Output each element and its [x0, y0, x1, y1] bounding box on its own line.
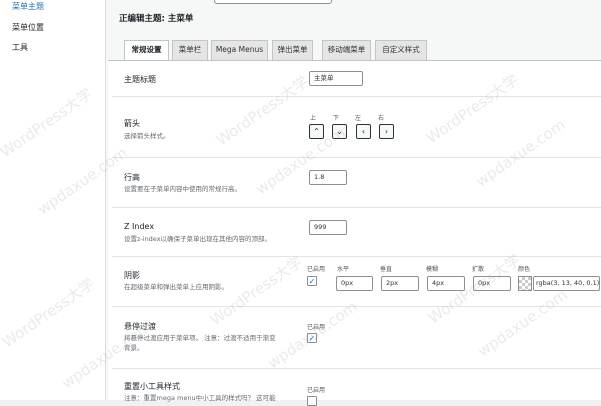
divider	[112, 96, 601, 97]
sidebar-item-tools[interactable]: 工具	[12, 42, 28, 53]
shadow-color-label: 颜色	[518, 266, 531, 273]
shadow-vertical-label: 垂直	[380, 266, 393, 273]
reset-widgets-enabled-label: 已启用	[307, 387, 326, 394]
sidebar-item-menu-location[interactable]: 菜单位置	[12, 22, 44, 33]
line-height-input[interactable]: 1.8	[309, 170, 347, 185]
hover-transition-description-cont: 背景。	[124, 344, 144, 352]
line-height-label: 行高	[124, 173, 140, 182]
arrow-up-label: 上	[310, 115, 317, 122]
hover-transition-enabled-label: 已启用	[307, 324, 326, 331]
divider	[112, 207, 601, 208]
admin-sidebar: 菜单主题 菜单位置 工具	[0, 0, 106, 400]
arrow-up-icon: ⌃	[313, 127, 320, 136]
reset-widgets-checkbox[interactable]	[307, 396, 317, 406]
arrow-description: 选择箭头样式。	[124, 132, 170, 140]
checkmark-icon: ✓	[308, 277, 316, 286]
shadow-horizontal-label: 水平	[337, 266, 350, 273]
arrow-left-icon: ‹	[361, 127, 366, 136]
tab-custom-styling[interactable]: 自定义样式	[375, 40, 427, 60]
arrow-label: 箭头	[124, 119, 140, 128]
arrow-right-label: 右	[378, 115, 385, 122]
z-index-input[interactable]: 999	[309, 220, 347, 235]
shadow-vertical-input[interactable]: 2px	[381, 276, 419, 291]
z-index-label: Z Index	[124, 222, 155, 231]
shadow-description: 在超级菜单和弹出菜单上应用阴影。	[124, 283, 228, 291]
divider	[112, 306, 601, 307]
sidebar-item-menu-theme[interactable]: 菜单主题	[12, 1, 44, 12]
editing-theme-title: 正编辑主题: 主菜单	[119, 14, 194, 24]
shadow-enabled-label: 已启用	[307, 266, 326, 273]
shadow-enabled-checkbox[interactable]: ✓	[307, 276, 317, 286]
theme-title-label: 主题标题	[124, 75, 156, 84]
reset-widgets-label: 重置小工具样式	[124, 382, 180, 391]
arrow-up-button[interactable]: ⌃	[309, 124, 324, 139]
hover-transition-checkbox[interactable]: ✓	[307, 333, 317, 343]
theme-select[interactable]	[214, 0, 332, 4]
divider	[112, 368, 601, 369]
tab-menu-bar[interactable]: 菜单栏	[172, 40, 208, 60]
shadow-blur-label: 模糊	[426, 266, 439, 273]
shadow-blur-input[interactable]: 4px	[427, 276, 465, 291]
divider	[112, 256, 601, 257]
z-index-description: 设置z-index以确保子菜单出现在其他内容的顶部。	[124, 235, 272, 243]
color-swatch[interactable]	[518, 276, 532, 291]
settings-panel	[108, 60, 601, 400]
tab-mega-menus[interactable]: Mega Menus	[211, 40, 268, 60]
line-height-description: 设置要在子菜单内容中使用的常规行高。	[124, 185, 241, 193]
divider	[112, 157, 601, 158]
arrow-left-button[interactable]: ‹	[356, 124, 371, 139]
hover-transition-label: 悬停过渡	[124, 322, 156, 331]
arrow-down-icon: ⌄	[336, 127, 343, 136]
shadow-color-input[interactable]: rgba(3, 13, 40, 0.1)	[533, 276, 600, 291]
shadow-label: 阴影	[124, 271, 140, 280]
arrow-left-label: 左	[355, 115, 362, 122]
tab-general[interactable]: 常规设置	[124, 40, 169, 61]
arrow-down-button[interactable]: ⌄	[332, 124, 347, 139]
theme-title-input[interactable]: 主菜单	[309, 71, 363, 86]
shadow-spread-label: 扩散	[472, 266, 485, 273]
tab-mobile-menu[interactable]: 移动端菜单	[322, 40, 371, 60]
arrow-right-icon: ›	[384, 127, 389, 136]
shadow-spread-input[interactable]: 0px	[473, 276, 511, 291]
tab-flyout-menus[interactable]: 弹出菜单	[272, 40, 313, 60]
arrow-right-button[interactable]: ›	[379, 124, 394, 139]
arrow-down-label: 下	[333, 115, 340, 122]
reset-widgets-description: 注意：重置mega menu中小工具的样式吗？ 这可能	[124, 394, 276, 402]
shadow-horizontal-input[interactable]: 0px	[336, 276, 373, 291]
hover-transition-description: 将悬停过渡应用于菜单项。 注意：过渡不适用于渐变	[124, 334, 276, 342]
checkmark-icon: ✓	[308, 334, 316, 343]
